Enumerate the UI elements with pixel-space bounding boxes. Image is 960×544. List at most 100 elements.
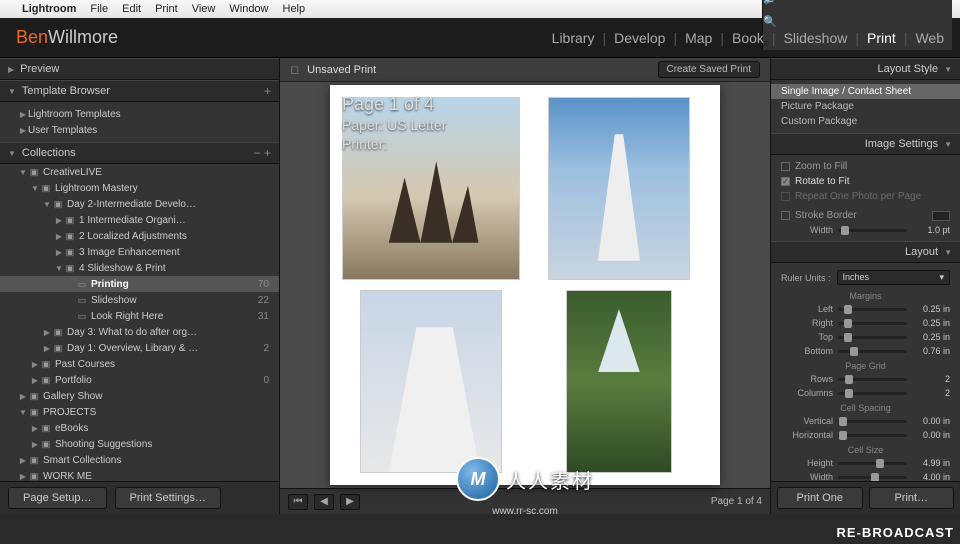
- module-book[interactable]: Book: [732, 30, 764, 46]
- template-browser-header[interactable]: ▼ Template Browser +: [0, 80, 279, 102]
- collection-row[interactable]: ▼▣CreativeLIVE: [0, 164, 279, 180]
- margin-slider[interactable]: Right0.25 in: [771, 316, 960, 330]
- page-setup-button[interactable]: Page Setup…: [8, 487, 107, 509]
- layout-style-option[interactable]: Single Image / Contact Sheet: [771, 84, 960, 99]
- margin-slider[interactable]: Top0.25 in: [771, 330, 960, 344]
- chevron-down-icon: ▾: [939, 272, 944, 283]
- menu-view[interactable]: View: [192, 3, 216, 15]
- first-page-icon[interactable]: ⏮: [288, 494, 308, 510]
- collections-plus-icon[interactable]: +: [264, 146, 271, 160]
- paper-overlay: Paper: US Letter: [342, 116, 446, 134]
- collections-header[interactable]: ▼Collections− +: [0, 142, 279, 164]
- left-panel-group: ▶Preview ▼ Template Browser + ▶Lightroom T…: [0, 58, 280, 514]
- collection-row[interactable]: ▼▣PROJECTS: [0, 404, 279, 420]
- page-number-overlay: Page 1 of 4: [342, 93, 446, 116]
- app-menu[interactable]: Lightroom: [22, 3, 76, 15]
- soft-proof-icon[interactable]: ◻: [290, 63, 299, 76]
- collections-minus-icon[interactable]: −: [254, 146, 261, 160]
- margin-slider[interactable]: Bottom0.76 in: [771, 344, 960, 358]
- disclosure-icon: ▼: [944, 140, 952, 149]
- collection-row[interactable]: ▭Printing70: [0, 276, 279, 292]
- cellsize-slider[interactable]: Width4.00 in: [771, 470, 960, 481]
- collection-row[interactable]: ▼▣Day 2-Intermediate Develo…: [0, 196, 279, 212]
- ruler-units-dropdown[interactable]: Ruler Units :Inches▾: [771, 267, 960, 288]
- cellsize-slider[interactable]: Height4.99 in: [771, 456, 960, 470]
- collection-row[interactable]: ▶▣Smart Collections: [0, 452, 279, 468]
- collection-row[interactable]: ▶▣WORK ME: [0, 468, 279, 481]
- print-job-bar: ◻ Unsaved Print Create Saved Print: [280, 58, 770, 82]
- layout-style-label: Layout Style: [878, 63, 939, 75]
- next-page-icon[interactable]: ▶: [340, 494, 360, 510]
- rotate-to-fit-checkbox[interactable]: ✓Rotate to Fit: [771, 174, 960, 189]
- stroke-color-swatch[interactable]: [932, 211, 950, 221]
- print-cell-image[interactable]: [566, 290, 673, 473]
- zoom-to-fill-checkbox[interactable]: Zoom to Fill: [771, 159, 960, 174]
- disclosure-icon: ▼: [8, 87, 16, 96]
- pagegrid-slider[interactable]: Columns2: [771, 386, 960, 400]
- collection-row[interactable]: ▭Slideshow22: [0, 292, 279, 308]
- prev-page-icon[interactable]: ◀: [314, 494, 334, 510]
- right-panel-group: Layout Style▼ Single Image / Contact She…: [770, 58, 960, 514]
- volume-icon[interactable]: 🔊: [763, 0, 952, 5]
- stroke-width-slider[interactable]: Width1.0 pt: [771, 223, 960, 237]
- add-template-icon[interactable]: +: [264, 84, 271, 98]
- menu-edit[interactable]: Edit: [122, 3, 141, 15]
- collection-row[interactable]: ▶▣Portfolio0: [0, 372, 279, 388]
- brand-first: Ben: [16, 27, 48, 47]
- module-slideshow[interactable]: Slideshow: [784, 30, 848, 46]
- collection-row[interactable]: ▶▣Past Courses: [0, 356, 279, 372]
- module-web[interactable]: Web: [915, 30, 944, 46]
- print-cell-image[interactable]: [548, 97, 690, 280]
- spotlight-icon[interactable]: 🔍: [763, 15, 952, 28]
- print-settings-button[interactable]: Print Settings…: [115, 487, 221, 509]
- preview-panel-header[interactable]: ▶Preview: [0, 58, 279, 80]
- pagegrid-slider[interactable]: Rows2: [771, 372, 960, 386]
- collections-tree: ▼▣CreativeLIVE▼▣Lightroom Mastery▼▣Day 2…: [0, 164, 279, 481]
- collection-row[interactable]: ▶▣eBooks: [0, 420, 279, 436]
- template-browser-label: Template Browser: [22, 85, 110, 97]
- collection-row[interactable]: ▶▣3 Image Enhancement: [0, 244, 279, 260]
- module-map[interactable]: Map: [685, 30, 712, 46]
- margin-slider[interactable]: Left0.25 in: [771, 302, 960, 316]
- collection-row[interactable]: ▼▣4 Slideshow & Print: [0, 260, 279, 276]
- menu-window[interactable]: Window: [229, 3, 268, 15]
- collection-row[interactable]: ▼▣Lightroom Mastery: [0, 180, 279, 196]
- collection-row[interactable]: ▶▣2 Localized Adjustments: [0, 228, 279, 244]
- menu-file[interactable]: File: [90, 3, 108, 15]
- menu-print[interactable]: Print: [155, 3, 178, 15]
- print-cell-image[interactable]: [360, 290, 502, 473]
- disclosure-icon: ▼: [8, 149, 16, 158]
- layout-style-option[interactable]: Picture Package: [771, 99, 960, 114]
- module-develop[interactable]: Develop: [614, 30, 665, 46]
- collection-row[interactable]: ▭Look Right Here31: [0, 308, 279, 324]
- template-folder[interactable]: ▶Lightroom Templates: [0, 106, 279, 122]
- collection-row[interactable]: ▶▣Shooting Suggestions: [0, 436, 279, 452]
- collection-row[interactable]: ▶▣Gallery Show: [0, 388, 279, 404]
- layout-style-option[interactable]: Custom Package: [771, 114, 960, 129]
- repeat-photo-checkbox[interactable]: Repeat One Photo per Page: [771, 189, 960, 204]
- collection-row[interactable]: ▶▣1 Intermediate Organi…: [0, 212, 279, 228]
- module-print[interactable]: Print: [867, 30, 896, 46]
- module-picker: Library| Develop| Map| Book| Slideshow| …: [552, 30, 944, 46]
- cellspacing-slider[interactable]: Horizontal0.00 in: [771, 428, 960, 442]
- image-settings-label: Image Settings: [865, 138, 938, 150]
- cellspacing-slider[interactable]: Vertical0.00 in: [771, 414, 960, 428]
- template-folder[interactable]: ▶User Templates: [0, 122, 279, 138]
- layout-header[interactable]: Layout▼: [771, 241, 960, 263]
- layout-label: Layout: [905, 246, 938, 258]
- collection-row[interactable]: ▶▣Day 1: Overview, Library & …2: [0, 340, 279, 356]
- print-title: Unsaved Print: [307, 64, 376, 76]
- create-saved-print-button[interactable]: Create Saved Print: [658, 61, 761, 78]
- menu-help[interactable]: Help: [283, 3, 306, 15]
- print-canvas[interactable]: Page 1 of 4 Paper: US Letter Printer: M …: [280, 82, 770, 488]
- margins-subhead: Margins: [771, 288, 960, 302]
- print-button[interactable]: Print…: [869, 487, 955, 509]
- disclosure-icon: ▶: [8, 65, 14, 74]
- module-library[interactable]: Library: [552, 30, 595, 46]
- print-one-button[interactable]: Print One: [777, 487, 863, 509]
- collection-row[interactable]: ▶▣Day 3: What to do after org…: [0, 324, 279, 340]
- stroke-border-checkbox[interactable]: Stroke Border: [771, 208, 960, 223]
- layout-style-header[interactable]: Layout Style▼: [771, 58, 960, 80]
- toolbar-page-label: Page 1 of 4: [711, 496, 762, 507]
- image-settings-header[interactable]: Image Settings ▼: [771, 133, 960, 155]
